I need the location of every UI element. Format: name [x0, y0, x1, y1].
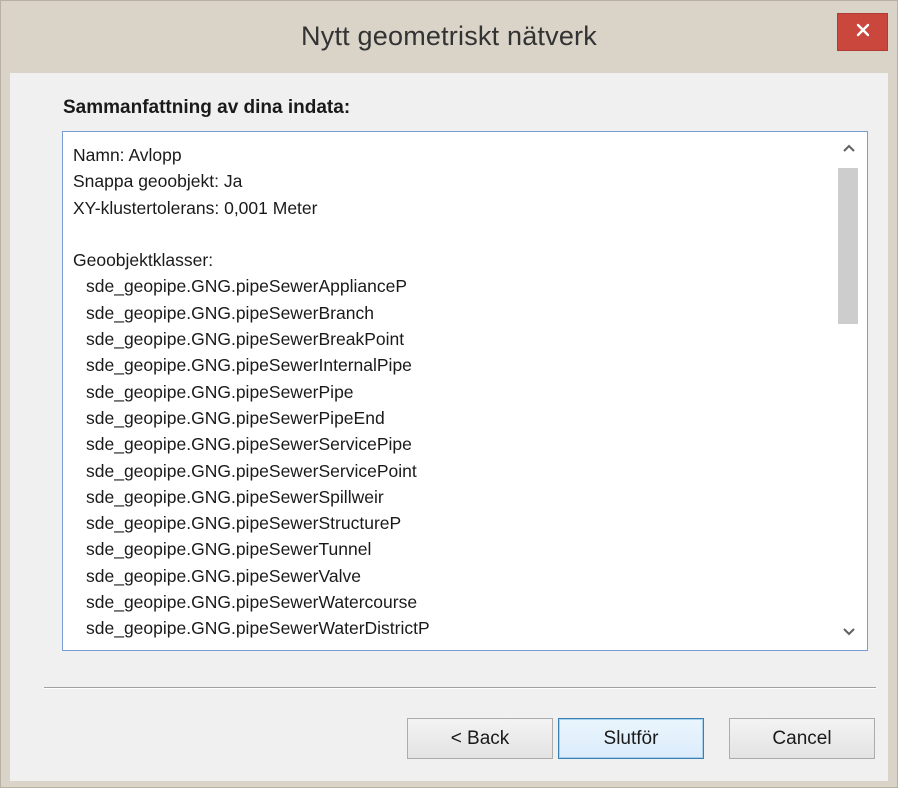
summary-line: sde_geopipe.GNG.pipeSewerInternalPipe — [86, 355, 412, 376]
scroll-thumb[interactable] — [838, 168, 858, 324]
back-button[interactable]: < Back — [407, 718, 553, 759]
window-title: Nytt geometriskt nätverk — [301, 21, 597, 51]
summary-line: sde_geopipe.GNG.pipeSewerBranch — [86, 302, 374, 323]
summary-line: sde_geopipe.GNG.pipeSewerPipeEnd — [86, 407, 385, 428]
summary-line: sde_geopipe.GNG.pipeSewerServicePipe — [86, 434, 412, 455]
vertical-scrollbar[interactable] — [831, 132, 867, 650]
dialog-window: Nytt geometriskt nätverk Sammanfattning … — [0, 0, 898, 788]
summary-line: Geoobjektklasser: — [73, 250, 214, 271]
summary-line: sde_geopipe.GNG.pipeSewerServicePoint — [86, 460, 417, 481]
summary-text: Namn: Avlopp Snappa geoobjekt: Ja XY-klust… — [73, 142, 833, 642]
summary-line: sde_geopipe.GNG.pipeSewerStructureP — [86, 513, 402, 534]
summary-line: XY-klustertolerans: 0,001 Meter — [73, 197, 318, 218]
summary-line: Namn: Avlopp — [73, 145, 182, 165]
summary-heading: Sammanfattning av dina indata: — [63, 97, 351, 118]
chevron-down-icon — [842, 624, 856, 642]
summary-line: sde_geopipe.GNG.pipeSewerPipe — [86, 381, 354, 402]
close-button[interactable] — [837, 13, 888, 51]
separator-line — [44, 687, 876, 689]
dialog-client-area: Sammanfattning av dina indata: Namn: Avl… — [10, 73, 888, 781]
title-bar[interactable]: Nytt geometriskt nätverk — [1, 1, 897, 79]
summary-line: sde_geopipe.GNG.pipeSewerBreakPoint — [86, 329, 405, 350]
summary-line: sde_geopipe.GNG.pipeSewerTunnel — [86, 539, 372, 560]
summary-line: sde_geopipe.GNG.pipeSewerSpillweir — [86, 486, 384, 507]
summary-line: sde_geopipe.GNG.pipeSewerWatercourse — [86, 592, 418, 613]
chevron-up-icon — [842, 140, 856, 158]
scroll-down-button[interactable] — [831, 616, 867, 650]
summary-line: sde_geopipe.GNG.pipeSewerApplianceP — [86, 276, 408, 297]
summary-line: sde_geopipe.GNG.pipeSewerValve — [86, 565, 361, 586]
summary-line: Snappa geoobjekt: Ja — [73, 171, 243, 192]
finish-button[interactable]: Slutför — [558, 718, 704, 759]
close-icon — [855, 22, 871, 43]
summary-line: sde_geopipe.GNG.pipeSewerWaterDistrictP — [86, 618, 430, 639]
scroll-up-button[interactable] — [831, 132, 867, 166]
cancel-button[interactable]: Cancel — [729, 718, 875, 759]
summary-textbox[interactable]: Namn: Avlopp Snappa geoobjekt: Ja XY-klust… — [62, 131, 868, 651]
summary-line — [73, 221, 833, 247]
